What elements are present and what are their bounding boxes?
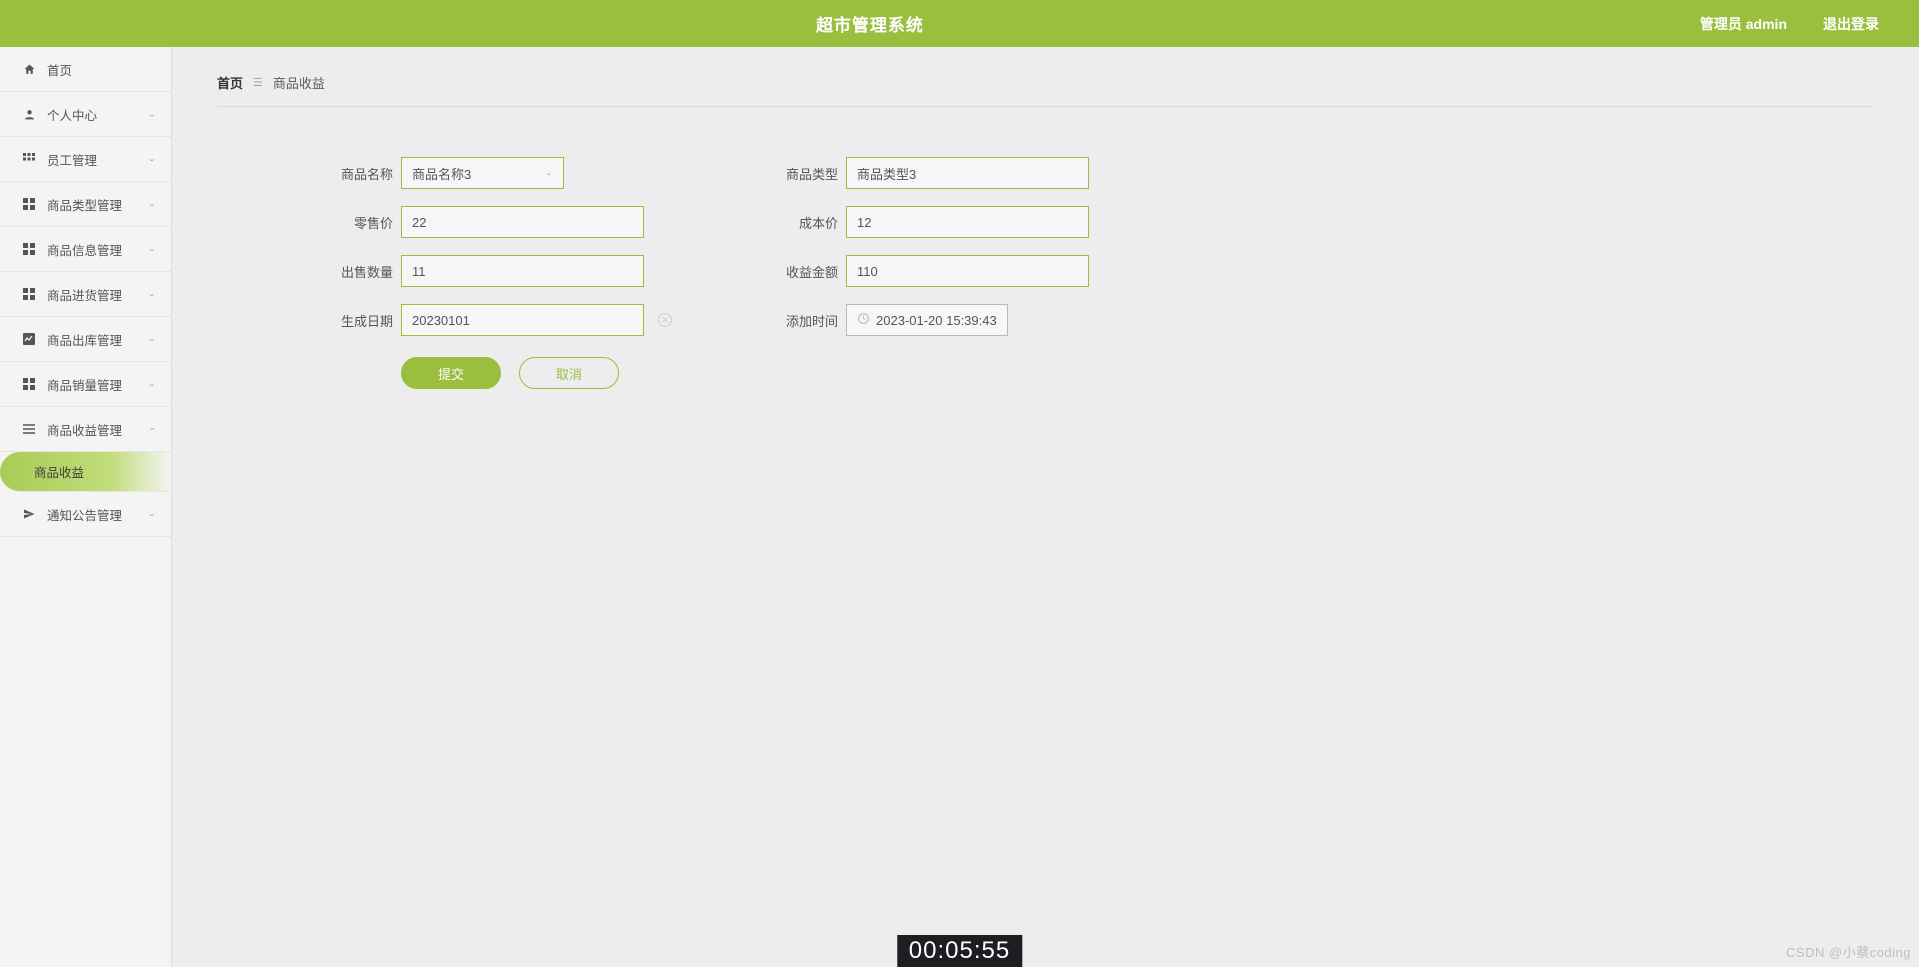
sidebar-item-label: 通知公告管理: [47, 505, 122, 524]
clear-icon[interactable]: ✕: [658, 313, 672, 327]
add-time-input[interactable]: [876, 305, 997, 335]
clock-icon: [857, 312, 870, 328]
sidebar-item-profile[interactable]: 个人中心 ⌄: [0, 92, 171, 137]
send-icon: [20, 508, 38, 520]
header-user-area: 管理员 admin 退出登录: [1700, 14, 1879, 34]
product-name-select[interactable]: 商品名称3 ⌄: [401, 157, 564, 189]
breadcrumb-current: 商品收益: [273, 73, 325, 92]
sold-qty-field[interactable]: [401, 255, 644, 287]
select-value: 商品名称3: [412, 164, 471, 183]
sidebar-item-purchase[interactable]: 商品进货管理 ⌄: [0, 272, 171, 317]
list-icon: [20, 423, 38, 435]
cost-price-label: 成本价: [782, 213, 838, 232]
breadcrumb-separator: ☰: [253, 76, 263, 89]
sidebar-item-label: 员工管理: [47, 150, 97, 169]
chevron-up-icon: ⌄: [148, 425, 156, 433]
sidebar-item-label: 商品出库管理: [47, 330, 122, 349]
profit-amount-field[interactable]: [846, 255, 1089, 287]
chevron-down-icon: ⌄: [545, 170, 553, 177]
chevron-down-icon: ⌄: [148, 380, 156, 388]
production-date-field[interactable]: [401, 304, 644, 336]
product-type-field[interactable]: [846, 157, 1089, 189]
sidebar-item-product-type[interactable]: 商品类型管理 ⌄: [0, 182, 171, 227]
main-content: 首页 ☰ 商品收益 商品名称 商品名称3 ⌄ 零售价: [172, 47, 1919, 967]
user-label[interactable]: 管理员 admin: [1700, 14, 1787, 34]
chart-icon: [20, 333, 38, 345]
sidebar-subitem-profit-list[interactable]: 商品收益: [0, 452, 171, 492]
chevron-down-icon: ⌄: [148, 110, 156, 118]
sold-qty-label: 出售数量: [337, 262, 393, 281]
grid-icon: [20, 378, 38, 390]
sidebar-item-label: 商品进货管理: [47, 285, 122, 304]
production-date-label: 生成日期: [337, 311, 393, 330]
sidebar-item-staff[interactable]: 员工管理 ⌄: [0, 137, 171, 182]
app-header: 超市管理系统 管理员 admin 退出登录: [0, 0, 1919, 47]
chevron-down-icon: ⌄: [148, 155, 156, 163]
form: 商品名称 商品名称3 ⌄ 零售价 出售数量: [217, 157, 1874, 389]
sidebar-item-label: 商品收益管理: [47, 420, 122, 439]
sidebar-item-label: 首页: [47, 60, 72, 79]
chevron-down-icon: ⌄: [148, 200, 156, 208]
cost-price-field[interactable]: [846, 206, 1089, 238]
chevron-down-icon: ⌄: [148, 290, 156, 298]
submenu-label: 商品收益: [34, 462, 84, 481]
product-type-input[interactable]: [857, 158, 1078, 188]
sidebar-item-label: 商品信息管理: [47, 240, 122, 259]
product-name-label: 商品名称: [337, 164, 393, 183]
chevron-down-icon: ⌄: [148, 245, 156, 253]
retail-price-field[interactable]: [401, 206, 644, 238]
chevron-down-icon: ⌄: [148, 510, 156, 518]
person-icon: [20, 108, 38, 121]
retail-price-input[interactable]: [412, 207, 633, 237]
grid-icon: [20, 243, 38, 255]
sidebar-item-product-info[interactable]: 商品信息管理 ⌄: [0, 227, 171, 272]
sidebar-item-notice[interactable]: 通知公告管理 ⌄: [0, 492, 171, 537]
submit-button[interactable]: 提交: [401, 357, 501, 389]
sidebar-item-label: 个人中心: [47, 105, 97, 124]
profit-amount-input[interactable]: [857, 256, 1078, 286]
add-time-field[interactable]: [846, 304, 1008, 336]
sidebar-item-outbound[interactable]: 商品出库管理 ⌄: [0, 317, 171, 362]
home-icon: [20, 63, 38, 76]
retail-price-label: 零售价: [337, 213, 393, 232]
sidebar-item-profit[interactable]: 商品收益管理 ⌄: [0, 407, 171, 452]
cost-price-input[interactable]: [857, 207, 1078, 237]
production-date-input[interactable]: [412, 305, 633, 335]
sidebar-item-sales[interactable]: 商品销量管理 ⌄: [0, 362, 171, 407]
sidebar-item-label: 商品销量管理: [47, 375, 122, 394]
profit-amount-label: 收益金额: [782, 262, 838, 281]
sidebar: 首页 个人中心 ⌄ 员工管理 ⌄ 商品类型管理 ⌄: [0, 47, 172, 967]
grid-icon: [20, 198, 38, 210]
sidebar-item-home[interactable]: 首页: [0, 47, 171, 92]
chevron-down-icon: ⌄: [148, 335, 156, 343]
cancel-button[interactable]: 取消: [519, 357, 619, 389]
grid-icon: [20, 288, 38, 300]
sidebar-item-label: 商品类型管理: [47, 195, 122, 214]
recording-timer: 00:05:55: [897, 935, 1022, 967]
app-title: 超市管理系统: [40, 11, 1700, 36]
watermark: CSDN @小蔡coding: [1786, 942, 1911, 961]
add-time-label: 添加时间: [782, 311, 838, 330]
logout-link[interactable]: 退出登录: [1823, 14, 1879, 34]
product-type-label: 商品类型: [782, 164, 838, 183]
breadcrumb: 首页 ☰ 商品收益: [217, 65, 1874, 107]
sold-qty-input[interactable]: [412, 256, 633, 286]
breadcrumb-home[interactable]: 首页: [217, 73, 243, 92]
grid-icon: [20, 153, 38, 165]
